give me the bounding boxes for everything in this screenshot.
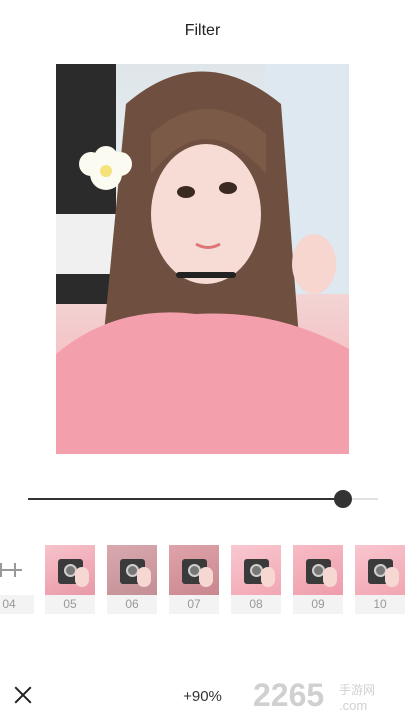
filter-thumbnail — [107, 545, 157, 595]
svg-text:.com: .com — [339, 698, 367, 713]
filter-thumbnail — [231, 545, 281, 595]
filter-item-06[interactable]: 06 — [107, 545, 157, 614]
filter-thumbnail — [293, 545, 343, 595]
filter-item-10[interactable]: 10 — [355, 545, 405, 614]
no-filter-icon — [0, 569, 22, 571]
photo-preview — [56, 64, 349, 454]
filter-label: 10 — [373, 597, 387, 611]
hand-icon — [199, 567, 213, 587]
page-title: Filter — [184, 22, 221, 39]
no-filter-tick-left — [0, 563, 2, 577]
filter-item-04[interactable]: 04 — [0, 545, 34, 614]
hand-icon — [385, 567, 399, 587]
svg-text:手游网: 手游网 — [339, 683, 375, 697]
filter-item-09[interactable]: 09 — [293, 545, 343, 614]
filter-item-07[interactable]: 07 — [169, 545, 219, 614]
filter-thumbnail — [45, 545, 95, 595]
filter-label: 07 — [187, 597, 201, 611]
filter-none-thumbnail — [0, 545, 34, 595]
hand-icon — [137, 567, 151, 587]
hand-icon — [323, 567, 337, 587]
filter-thumbnail — [355, 545, 405, 595]
filter-strip[interactable]: 04 05 06 07 08 09 10 — [0, 545, 405, 615]
filter-label: 04 — [2, 597, 16, 611]
site-watermark-logo: 2265 手游网 .com — [253, 677, 375, 713]
filter-item-05[interactable]: 05 — [45, 545, 95, 614]
filter-label: 06 — [125, 597, 139, 611]
filter-thumbnail — [169, 545, 219, 595]
filter-label: 08 — [249, 597, 263, 611]
hand-icon — [261, 567, 275, 587]
no-filter-tick-right — [14, 563, 16, 577]
filter-item-08[interactable]: 08 — [231, 545, 281, 614]
intensity-slider[interactable] — [28, 488, 378, 510]
slider-fill — [28, 498, 343, 500]
hand-icon — [75, 567, 89, 587]
filter-label: 09 — [311, 597, 325, 611]
slider-thumb[interactable] — [334, 490, 352, 508]
svg-text:2265: 2265 — [253, 677, 324, 713]
filter-label: 05 — [63, 597, 77, 611]
